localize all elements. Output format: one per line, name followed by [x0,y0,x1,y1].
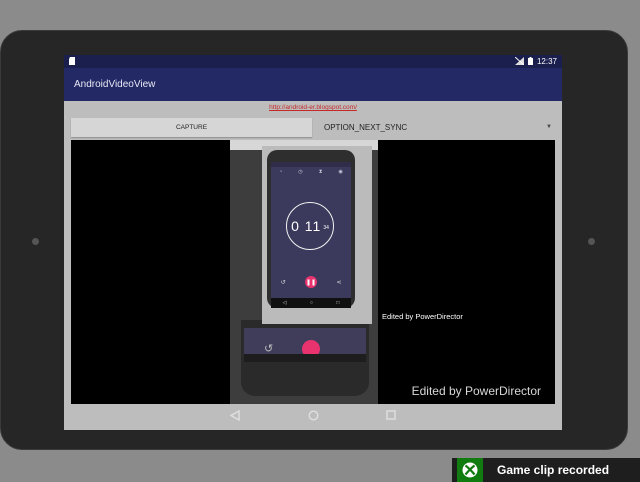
stopwatch-main: 0 11 [291,218,322,234]
option-spinner[interactable]: OPTION_NEXT_SYNC ▼ [316,118,556,137]
clock: 12:37 [536,57,557,66]
phone-recents-icon: □ [336,300,340,306]
recents-icon[interactable] [385,409,397,421]
timer-tab-icon: ⧗ [318,169,323,175]
alarm-tab-icon: ◔ [279,169,283,175]
stopwatch-tab-icon: ◉ [338,169,343,175]
home-icon[interactable] [307,409,319,421]
spinner-value: OPTION_NEXT_SYNC [324,123,408,132]
caption-small: Edited by PowerDirector [382,312,463,321]
ghost-controls: ↺ [244,328,366,358]
camera-dot-left [32,238,39,245]
ghost-navbar [244,354,366,362]
game-clip-toast[interactable]: Game clip recorded [452,458,640,482]
app-bar: AndroidVideoView [64,68,562,101]
battery-icon [527,56,533,67]
phone-navbar: ◁ ○ □ [271,298,351,308]
video-frame: ◔ ◷ ⧗ ◉ 0 11 34 ↺ ❚❚ ⋖ ◁ ○ □ [262,146,372,324]
system-navbar [64,400,562,430]
stopwatch-dial: 0 11 34 [286,202,334,250]
phone-back-icon: ◁ [282,300,287,306]
dropdown-arrow-icon: ▼ [546,124,552,130]
phone-controls: ↺ ❚❚ ⋖ [271,276,351,288]
toast-text: Game clip recorded [497,463,610,477]
xbox-icon [457,458,483,482]
phone-tabs: ◔ ◷ ⧗ ◉ [271,167,351,177]
clock-tab-icon: ◷ [298,169,303,175]
reset-icon: ↺ [280,279,286,286]
sd-card-icon [69,56,76,67]
main-content: http://android-er.blogspot.com/ CAPTURE … [64,101,562,430]
caption-large: Edited by PowerDirector [411,384,541,398]
phone-screen: ◔ ◷ ⧗ ◉ 0 11 34 ↺ ❚❚ ⋖ ◁ ○ □ [271,162,351,308]
no-signal-icon [514,56,525,67]
phone-home-icon: ○ [309,300,313,306]
blog-link[interactable]: http://android-er.blogspot.com/ [64,104,562,111]
device-screen: 12:37 AndroidVideoView http://android-er… [64,55,562,430]
share-icon: ⋖ [336,279,342,286]
app-title: AndroidVideoView [74,79,156,90]
camera-dot-right [588,238,595,245]
stopwatch-sub: 34 [323,224,329,231]
video-view[interactable]: ↺ ◔ ◷ ⧗ ◉ 0 11 34 ↺ ❚❚ ⋖ ◁ ○ □ Edited by… [71,140,555,404]
pause-icon: ❚❚ [305,276,317,288]
back-icon[interactable] [229,409,241,421]
ghost-phone: ↺ [241,320,369,396]
status-bar: 12:37 [64,55,562,68]
capture-button[interactable]: CAPTURE [71,118,312,137]
phone-mockup: ◔ ◷ ⧗ ◉ 0 11 34 ↺ ❚❚ ⋖ ◁ ○ □ [267,150,355,308]
